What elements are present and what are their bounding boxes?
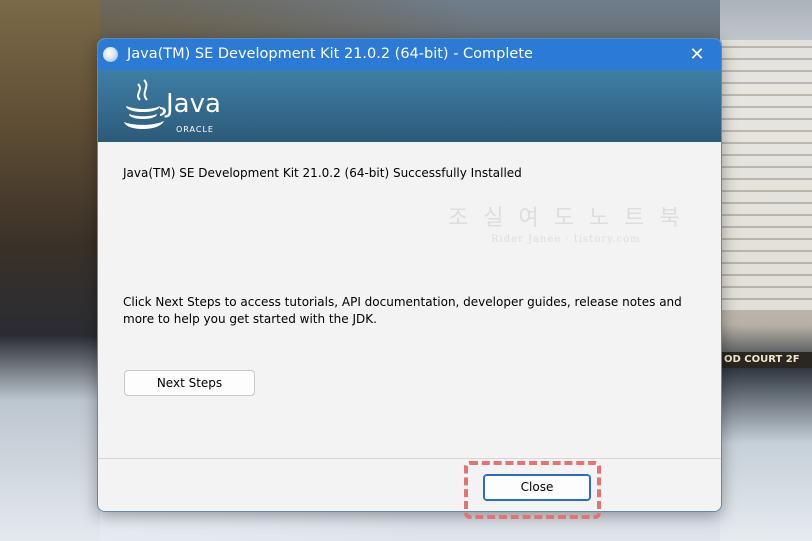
java-banner: Java ORACLE bbox=[98, 70, 721, 142]
oracle-logo-word: ORACLE bbox=[176, 125, 214, 134]
next-steps-message: Click Next Steps to access tutorials, AP… bbox=[123, 295, 682, 326]
window-title: Java(TM) SE Development Kit 21.0.2 (64-b… bbox=[127, 46, 533, 62]
watermark: 조 실 여 도 노 트 북 Rider Janee · tistory.com bbox=[448, 200, 684, 245]
background-mountain bbox=[0, 0, 100, 541]
close-icon[interactable]: ✕ bbox=[681, 39, 713, 70]
java-app-icon bbox=[103, 47, 118, 62]
content-area: Java(TM) SE Development Kit 21.0.2 (64-b… bbox=[98, 142, 721, 458]
background-building bbox=[722, 40, 812, 310]
java-logo-word: Java bbox=[164, 89, 221, 119]
installer-dialog: Java(TM) SE Development Kit 21.0.2 (64-b… bbox=[97, 38, 722, 512]
close-button[interactable]: Close bbox=[483, 474, 591, 501]
watermark-line2: Rider Janee · tistory.com bbox=[491, 234, 641, 245]
installed-message: Java(TM) SE Development Kit 21.0.2 (64-b… bbox=[123, 166, 522, 180]
background-sign: OD COURT 2F bbox=[722, 352, 812, 368]
next-steps-button[interactable]: Next Steps bbox=[124, 370, 255, 396]
watermark-line1: 조 실 여 도 노 트 북 bbox=[448, 206, 684, 231]
dialog-footer: Close bbox=[98, 459, 721, 511]
title-bar[interactable]: Java(TM) SE Development Kit 21.0.2 (64-b… bbox=[98, 39, 721, 70]
java-logo: Java ORACLE bbox=[124, 79, 221, 134]
